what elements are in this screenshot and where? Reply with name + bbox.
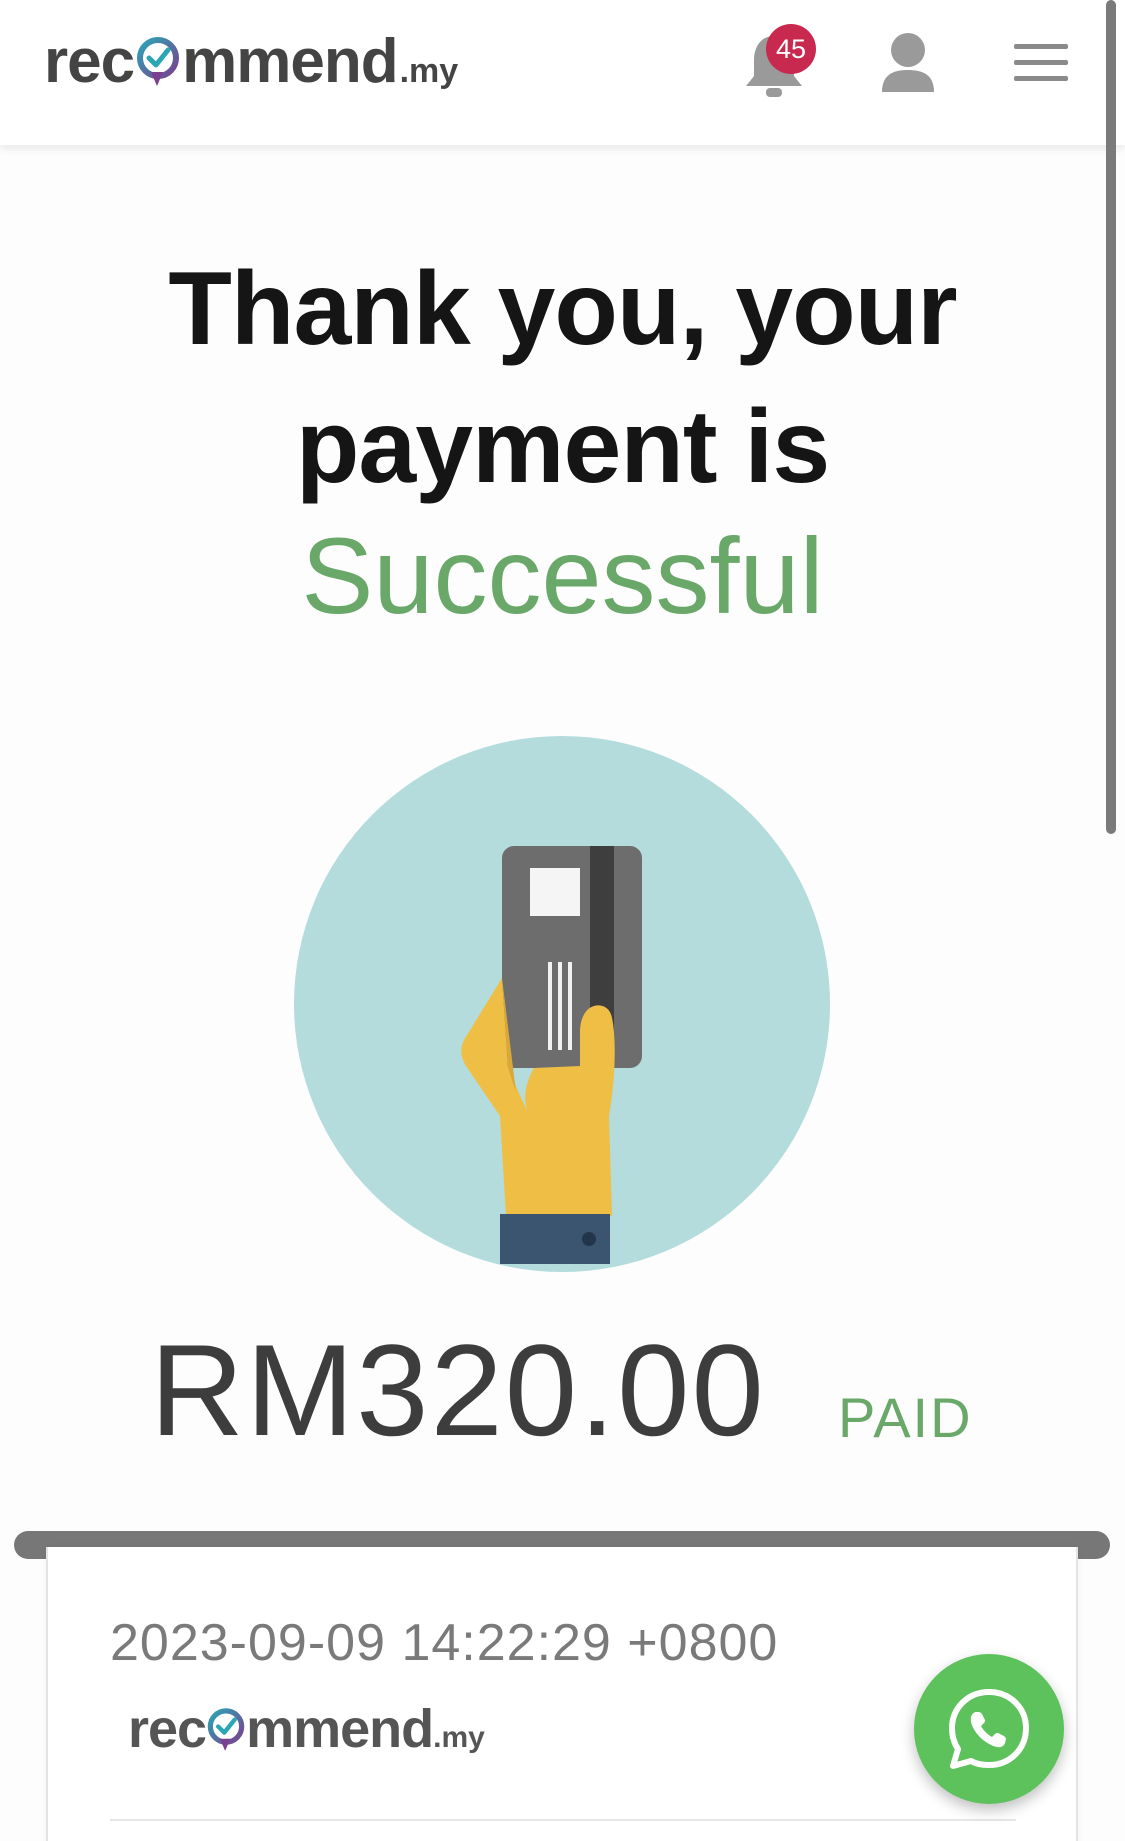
logo-check-mark-icon <box>137 37 180 86</box>
page-scrollbar[interactable] <box>1106 0 1116 834</box>
receipt-timestamp: 2023-09-09 14:22:29 +0800 <box>110 1614 779 1672</box>
logo-check-mark-icon <box>207 1708 245 1751</box>
headline-line-1: Thank you, your <box>168 251 957 367</box>
payment-amount: RM320.00 <box>150 1317 766 1463</box>
paid-status-label: PAID <box>838 1386 973 1449</box>
receipt-divider <box>110 1819 1016 1821</box>
hamburger-menu-icon[interactable] <box>1012 40 1070 86</box>
payment-amount-row: RM320.00 PAID <box>150 1320 1010 1460</box>
user-icon[interactable] <box>878 30 938 96</box>
receipt-logo-tld: .my <box>433 1721 485 1754</box>
whatsapp-chat-button[interactable] <box>914 1654 1064 1804</box>
payment-success-page: rec mmend .my 45 Thank you, your payment… <box>0 0 1125 1841</box>
logo-tld: .my <box>399 52 459 90</box>
logo-text-end: mmend <box>182 27 398 96</box>
logo-text-start: rec <box>44 27 135 96</box>
whatsapp-icon <box>949 1689 1029 1769</box>
receipt-logo-text-end: mmend <box>246 1699 434 1759</box>
site-logo[interactable]: rec mmend .my <box>44 26 458 97</box>
headline-line-2: payment is <box>295 389 830 505</box>
hand-holding-card-icon <box>294 736 830 1272</box>
notification-count-badge[interactable]: 45 <box>766 24 816 74</box>
receipt-logo: rec mmend .my <box>128 1697 485 1760</box>
thank-you-heading: Thank you, your payment is <box>0 240 1125 516</box>
payment-status-word: Successful <box>301 515 824 636</box>
top-navbar: rec mmend .my 45 <box>0 0 1125 145</box>
receipt-logo-text-start: rec <box>128 1699 207 1759</box>
